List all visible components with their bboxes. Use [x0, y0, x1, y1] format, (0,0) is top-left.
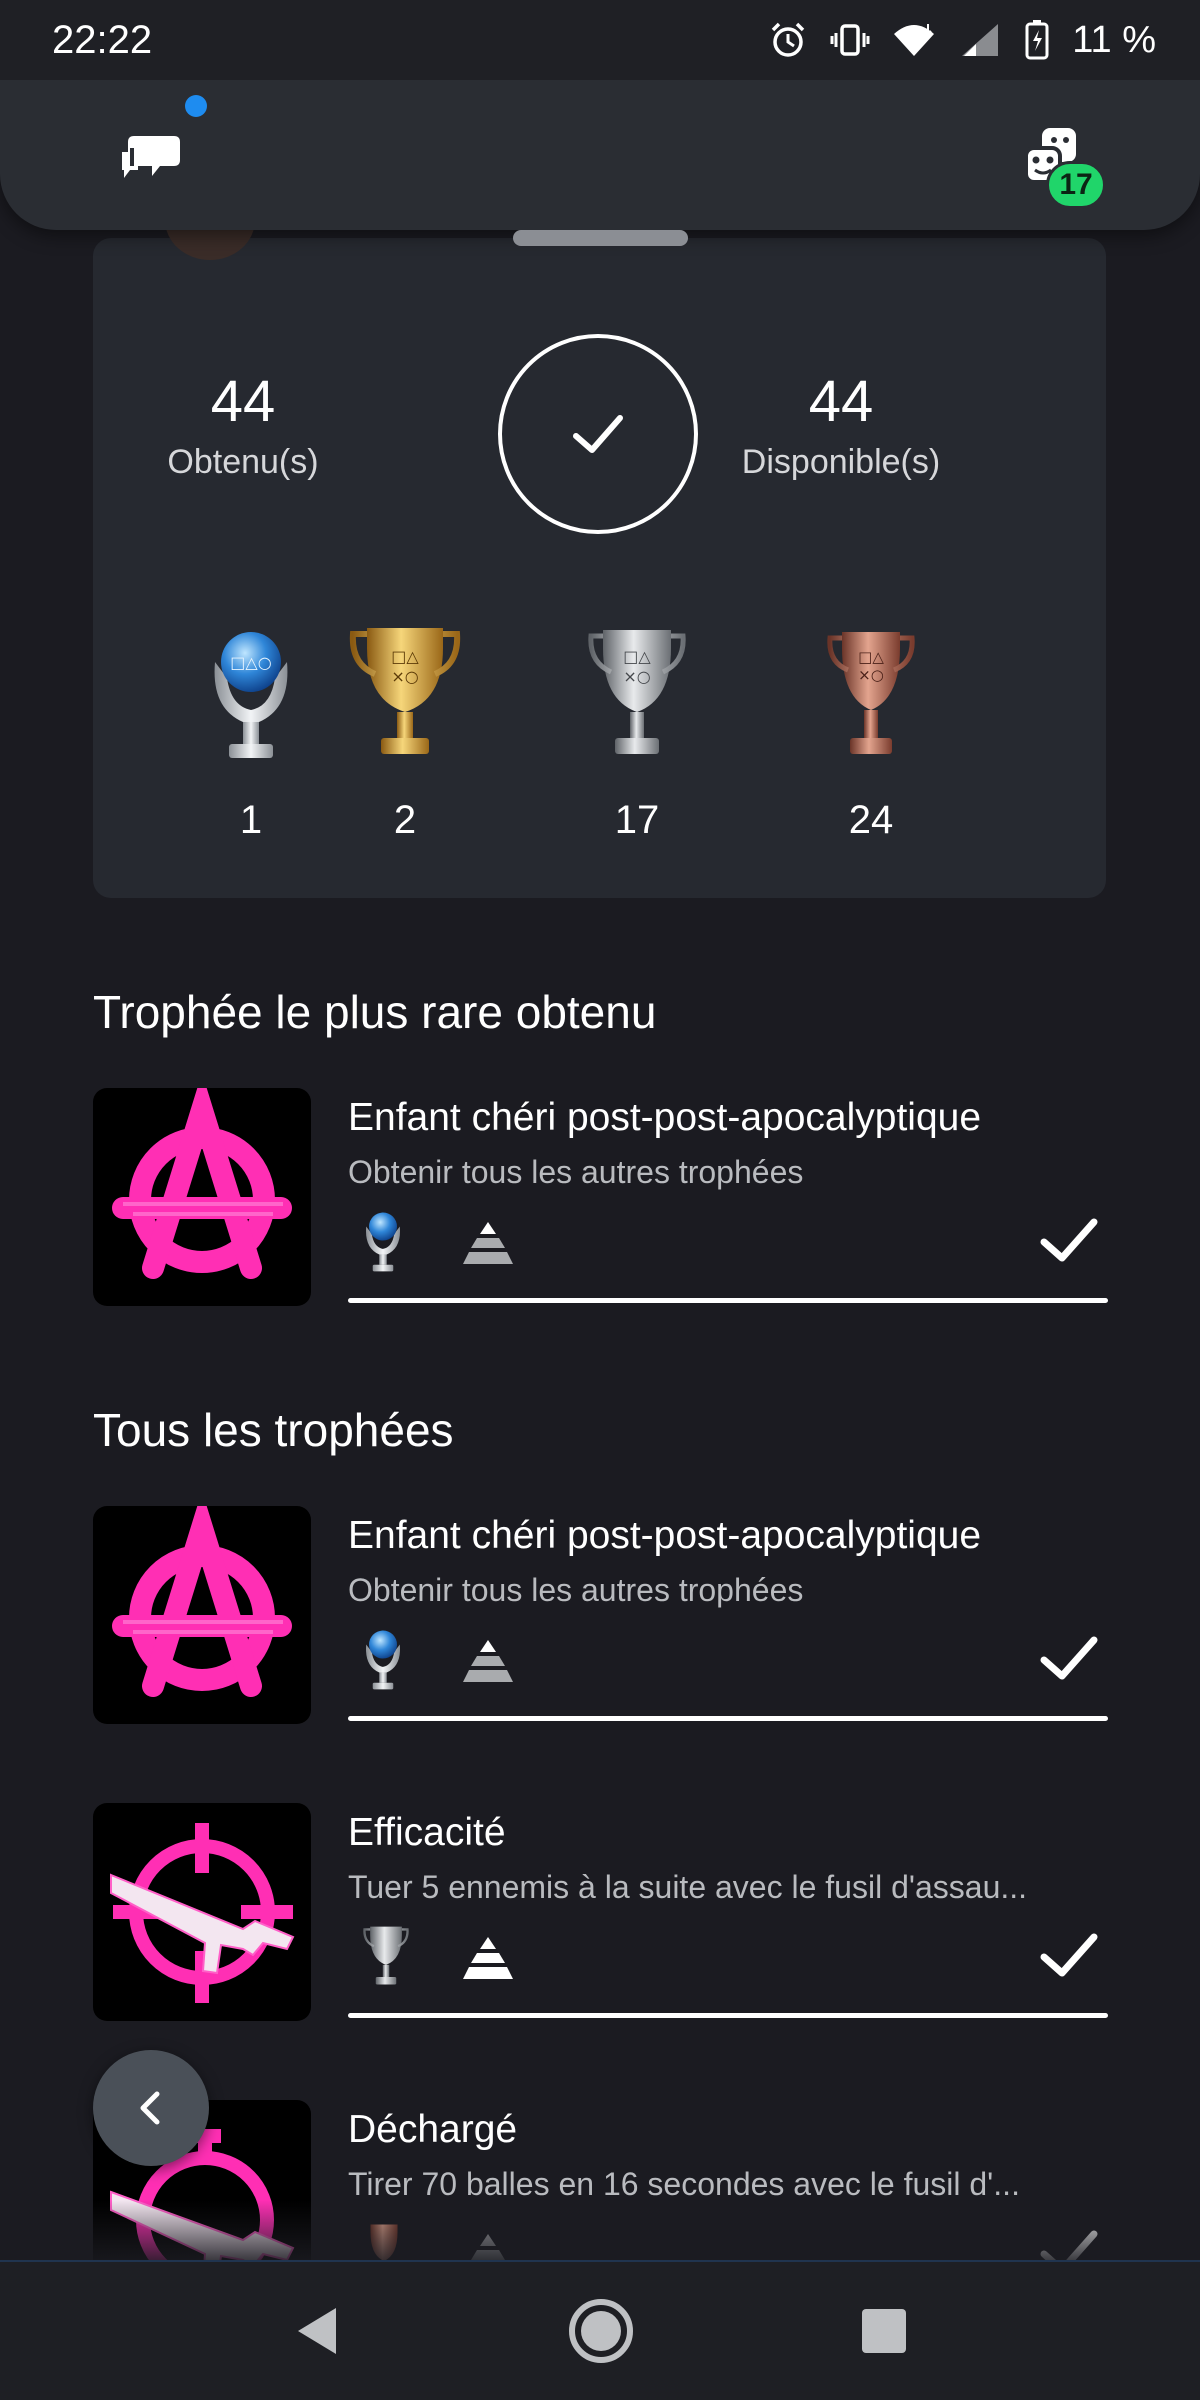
trophy-description: Obtenir tous les autres trophées — [348, 1154, 804, 1190]
trophy-description: Tuer 5 ennemis à la suite avec le fusil … — [348, 1869, 1028, 1905]
platinum-trophy-icon — [365, 1212, 401, 1272]
svg-text:×○: ×○ — [391, 667, 418, 686]
available-count: 44 — [808, 369, 874, 434]
earned-count: 44 — [210, 369, 276, 434]
rarity-icon — [463, 1640, 513, 1682]
trophy-info: Enfant chéri post-post-apocalyptique Obt… — [348, 1506, 1108, 1721]
vibrate-icon — [830, 24, 870, 56]
battery-percent: 11 % — [1072, 18, 1156, 61]
trophy-name: Déchargé — [348, 2108, 518, 2151]
svg-text:□△: □△ — [858, 648, 884, 666]
silver-trophy-icon — [363, 1926, 409, 1985]
system-nav-bar — [0, 2260, 1200, 2400]
back-button[interactable] — [93, 2050, 209, 2166]
earned-check-icon — [1040, 1933, 1098, 1977]
trophy-description: Tirer 70 balles en 16 secondes avec le f… — [348, 2166, 1020, 2202]
top-panel — [0, 80, 1200, 230]
trophy-meta — [348, 1624, 1108, 1694]
tier-silver[interactable]: □△ ×○ 17 — [547, 618, 727, 843]
trophy-meta — [348, 1921, 1108, 1991]
anarchy-icon — [112, 1088, 292, 1279]
trophy-description: Obtenir tous les autres trophées — [348, 1572, 804, 1608]
trophies-screen: 22:22 11 % 17 44 Obtenu(s) 44 Disponible… — [0, 0, 1200, 2400]
platinum-trophy-icon — [365, 1630, 401, 1690]
silver-trophy-icon: □△ ×○ — [588, 630, 686, 754]
trophy-info: Efficacité Tuer 5 ennemis à la suite ave… — [348, 1803, 1108, 2018]
scroll-fade — [0, 2200, 1200, 2260]
alarm-icon — [771, 22, 805, 57]
crosshair-rifle-icon — [110, 1823, 295, 2003]
trophy-row[interactable]: Efficacité Tuer 5 ennemis à la suite ave… — [93, 1803, 1108, 2023]
check-icon — [573, 415, 623, 453]
tier-gold[interactable]: □△ ×○ 2 — [315, 618, 495, 843]
trophy-thumbnail — [93, 1803, 311, 2021]
svg-text:□△: □△ — [623, 647, 651, 666]
status-bar: 22:22 11 % — [0, 0, 1200, 80]
earned-check-icon — [1040, 1218, 1098, 1262]
nav-home-icon[interactable] — [566, 2296, 636, 2366]
status-icons: 11 % — [768, 19, 1156, 62]
trophy-thumbnail — [93, 1088, 311, 1306]
svg-text:×○: ×○ — [623, 667, 650, 686]
gold-trophy-icon: □△ ×○ — [349, 628, 461, 754]
anarchy-icon — [112, 1506, 292, 1697]
rarity-icon — [463, 1937, 513, 1979]
completion-circle — [498, 334, 698, 534]
earned-check-icon — [1040, 1636, 1098, 1680]
notification-dot — [185, 95, 207, 117]
earned-block: 44 Obtenu(s) — [93, 368, 393, 482]
chat-icon[interactable] — [116, 122, 186, 192]
nav-back-icon[interactable] — [292, 2304, 342, 2358]
platinum-count: 1 — [239, 798, 263, 842]
available-label: Disponible(s) — [741, 443, 941, 481]
all-section-title: Tous les trophées — [93, 1404, 454, 1456]
progress-bar — [348, 2013, 1108, 2018]
trophy-name: Enfant chéri post-post-apocalyptique — [348, 1514, 982, 1557]
chevron-left-icon — [140, 2091, 160, 2125]
available-block: 44 Disponible(s) — [691, 368, 991, 482]
nav-recents-icon[interactable] — [860, 2307, 908, 2355]
wifi-icon — [894, 24, 935, 56]
bronze-trophy-icon: □△ ×○ — [827, 632, 915, 754]
trophy-info: Déchargé Tirer 70 balles en 16 secondes … — [348, 2100, 1108, 2282]
svg-text:□△: □△ — [391, 647, 419, 666]
svg-text:×○: ×○ — [858, 666, 884, 684]
silver-count: 17 — [614, 798, 660, 842]
trophy-row[interactable]: Enfant chéri post-post-apocalyptique Obt… — [93, 1506, 1108, 1726]
svg-text:□△○: □△○ — [230, 653, 271, 672]
bronze-count: 24 — [848, 798, 894, 842]
platinum-trophy-icon: □△○ — [214, 632, 288, 758]
rarest-section-title: Trophée le plus rare obtenu — [93, 986, 657, 1038]
progress-bar — [348, 1298, 1108, 1303]
status-time: 22:22 — [52, 17, 153, 62]
gold-count: 2 — [393, 798, 417, 842]
trophy-thumbnail — [93, 1506, 311, 1724]
trophy-summary-card: 44 Obtenu(s) 44 Disponible(s) □△○ 1 □△ ×… — [93, 238, 1106, 898]
tier-platinum[interactable]: □△○ 1 — [161, 618, 341, 843]
trophy-info: Enfant chéri post-post-apocalyptique Obt… — [348, 1088, 1108, 1303]
tier-bronze[interactable]: □△ ×○ 24 — [781, 618, 961, 843]
rarest-trophy-row[interactable]: Enfant chéri post-post-apocalyptique Obt… — [93, 1088, 1108, 1308]
progress-bar — [348, 1716, 1108, 1721]
trophy-name: Enfant chéri post-post-apocalyptique — [348, 1096, 982, 1139]
rarity-icon — [463, 1222, 513, 1264]
battery-icon — [1025, 20, 1049, 60]
game-count-badge: 17 — [1046, 161, 1106, 209]
earned-label: Obtenu(s) — [167, 443, 319, 481]
trophy-name: Efficacité — [348, 1811, 506, 1854]
trophy-meta — [348, 1206, 1108, 1276]
panel-drag-handle[interactable] — [513, 230, 688, 246]
signal-icon — [962, 24, 999, 56]
